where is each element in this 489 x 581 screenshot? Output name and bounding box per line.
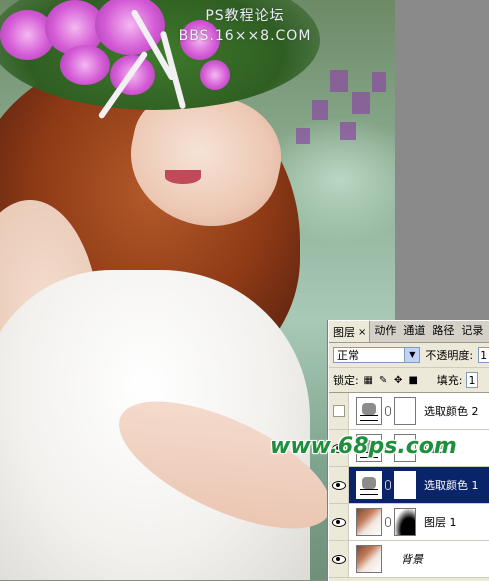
mask-thumbnail	[394, 471, 416, 499]
mask-thumbnail	[394, 397, 416, 425]
link-icon	[385, 480, 391, 490]
flower	[200, 60, 230, 90]
background-tile	[340, 122, 356, 140]
panel-tab-bar: 图层 × 动作 通道 路径 记录	[329, 321, 489, 343]
tab-history[interactable]: 记录	[457, 321, 486, 342]
watermark-forum: PS教程论坛 BBS.16××8.COM	[150, 6, 340, 46]
layer-row[interactable]: 选取颜色 1	[329, 467, 489, 504]
empty-visibility-box	[332, 405, 345, 417]
visibility-toggle[interactable]	[329, 393, 349, 429]
tab-layers[interactable]: 图层 ×	[329, 321, 371, 342]
layer-name: 图层 1	[424, 516, 457, 529]
background-tile	[372, 72, 386, 92]
watermark-line-2: BBS.16××8.COM	[178, 28, 312, 44]
adjustment-thumbnail	[356, 397, 382, 425]
lock-position-icon[interactable]: ✥	[393, 375, 404, 386]
visibility-toggle[interactable]	[329, 467, 349, 503]
visibility-toggle[interactable]	[329, 541, 349, 577]
background-tile	[330, 70, 348, 92]
lock-transparency-icon[interactable]: ▦	[363, 375, 374, 386]
visibility-toggle[interactable]	[329, 504, 349, 540]
layer-row[interactable]: 背景	[329, 541, 489, 578]
layer-name: 选取颜色 1	[424, 479, 479, 492]
tab-layers-label: 图层	[333, 326, 355, 339]
tab-channels[interactable]: 通道	[399, 321, 428, 342]
layer-name: 选取颜色 2	[424, 405, 479, 418]
opacity-field[interactable]: 1	[478, 347, 489, 363]
background-tile	[296, 128, 310, 144]
background-tile	[352, 92, 370, 114]
close-icon[interactable]: ×	[358, 326, 366, 340]
flower	[60, 45, 110, 85]
lips-shape	[165, 170, 201, 184]
chevron-down-icon[interactable]: ▼	[404, 348, 420, 362]
watermark-line-1: PS教程论坛	[205, 8, 285, 24]
eye-icon	[331, 517, 346, 527]
lock-label: 锁定:	[333, 374, 359, 387]
photo-thumbnail	[356, 545, 382, 573]
lock-all-icon[interactable]: ■	[408, 375, 419, 386]
blend-mode-value: 正常	[337, 349, 359, 362]
background-tile	[312, 100, 328, 120]
eye-icon	[331, 480, 346, 490]
layer-row[interactable]: 选取颜色 2	[329, 393, 489, 430]
layers-list: 选取颜色 2 曲线 1 选取颜色 1 图层 1 背景	[329, 392, 489, 578]
layer-name: 背景	[401, 553, 423, 566]
mask-thumbnail	[394, 508, 416, 536]
tab-paths[interactable]: 路径	[428, 321, 457, 342]
link-icon	[385, 517, 391, 527]
photo-thumbnail	[356, 508, 382, 536]
lock-pixels-icon[interactable]: ✎	[378, 375, 389, 386]
fill-field[interactable]: 1	[466, 372, 479, 388]
fill-label: 填充:	[436, 374, 463, 387]
link-icon	[385, 406, 391, 416]
blend-row: 正常 ▼ 不透明度: 1	[329, 343, 489, 367]
lock-row: 锁定: ▦ ✎ ✥ ■ 填充: 1	[329, 367, 489, 392]
tab-actions[interactable]: 动作	[370, 321, 399, 342]
blend-mode-select[interactable]: 正常 ▼	[333, 347, 421, 363]
opacity-label: 不透明度:	[425, 349, 474, 362]
layer-row[interactable]: 图层 1	[329, 504, 489, 541]
eye-icon	[331, 554, 346, 564]
adjustment-thumbnail	[356, 471, 382, 499]
watermark-site: www.68ps.com	[270, 434, 457, 459]
